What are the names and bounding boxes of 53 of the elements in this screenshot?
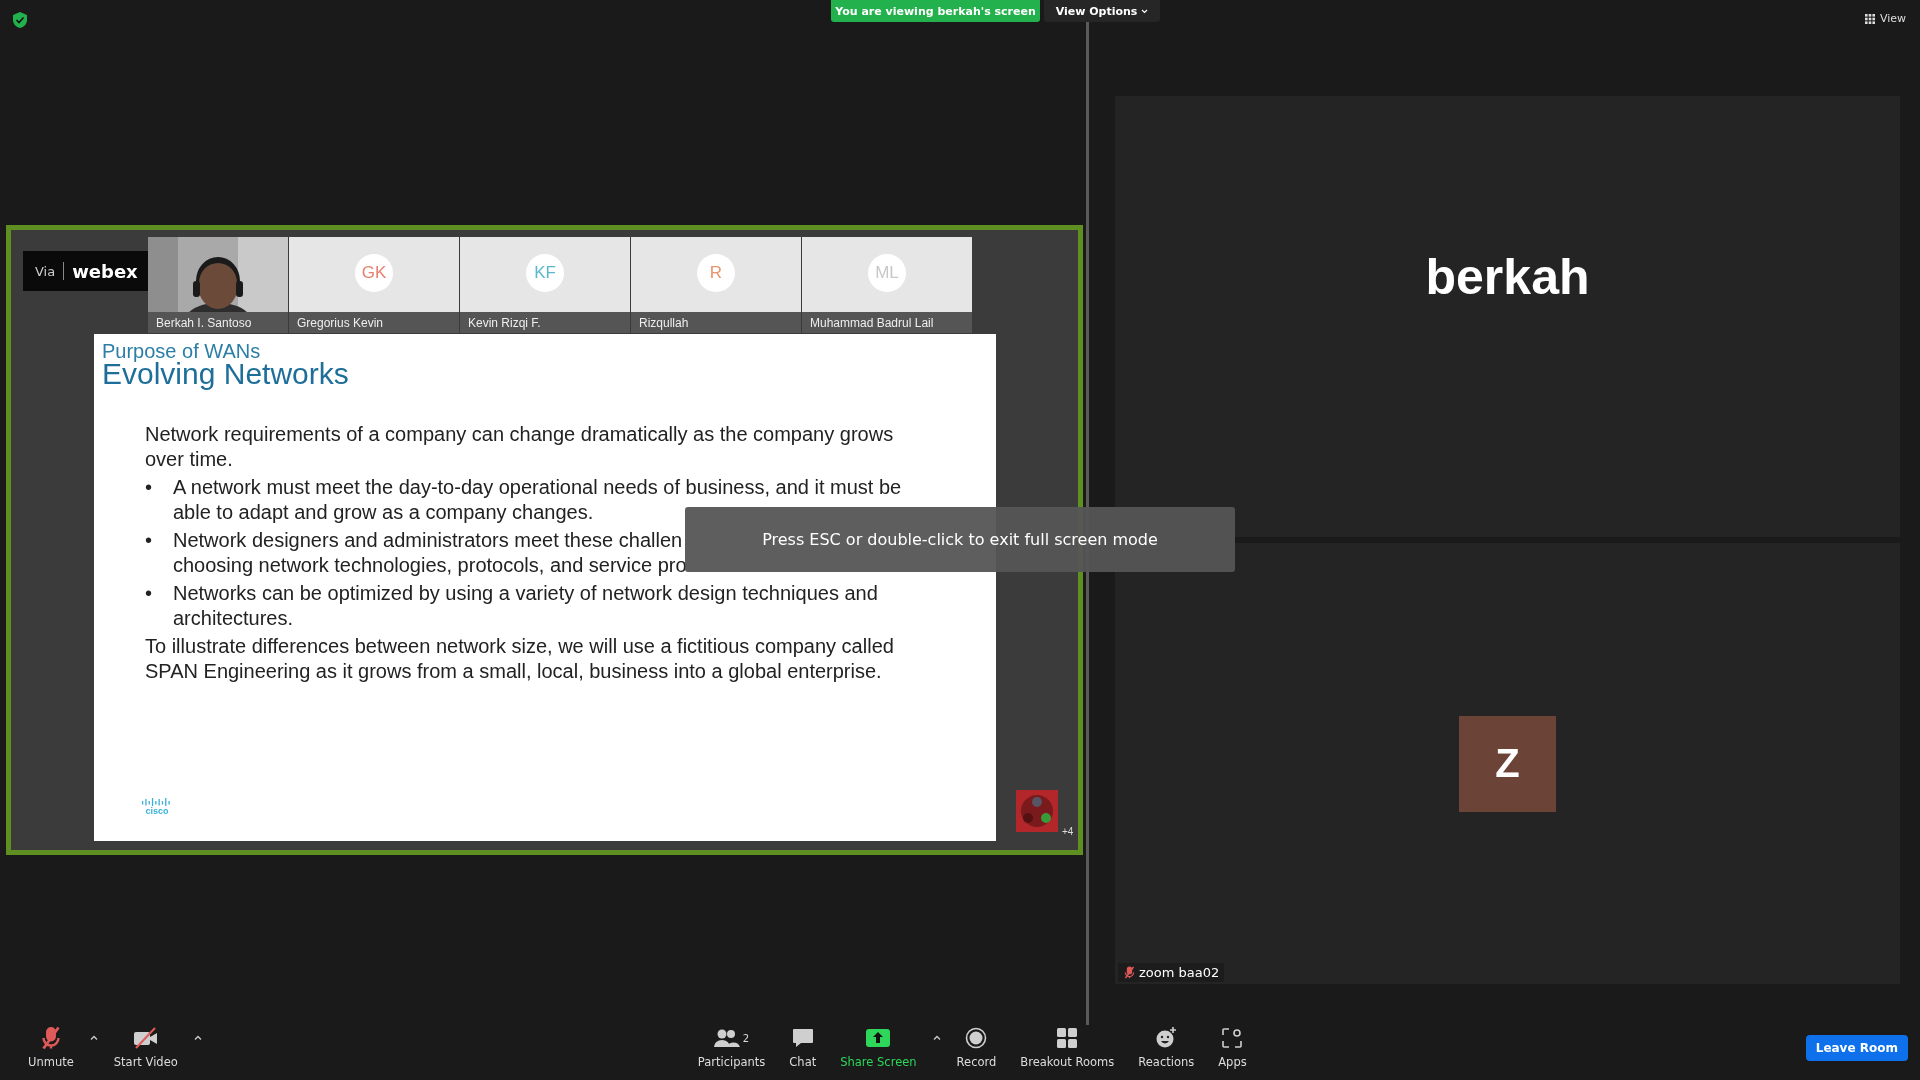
chat-bubble-icon xyxy=(791,1028,814,1048)
badge-brand: webex xyxy=(72,260,138,282)
slide-paragraph: To illustrate differences between network size, we will use a fictitious company called SPAN Engineering as it grows from a small, local, business into a global enterprise. xyxy=(145,634,895,683)
leave-room-button[interactable]: Leave Room xyxy=(1805,1034,1908,1061)
toolbar-button[interactable]: 2 Participants xyxy=(685,1022,778,1073)
participant-name: Muhammad Badrul Lail xyxy=(802,312,972,333)
participant-display-name: berkah xyxy=(1425,247,1590,306)
participant-name: zoom baa02 xyxy=(1139,965,1220,980)
share-screen-icon xyxy=(866,1028,891,1048)
grid-icon xyxy=(1864,13,1875,24)
caret-icon xyxy=(1141,8,1149,14)
toolbar-button[interactable]: Record xyxy=(944,1022,1009,1073)
caret-icon xyxy=(932,1035,941,1040)
apps-icon xyxy=(1222,1028,1243,1048)
logo-bars-icon xyxy=(142,798,172,806)
toolbar-button[interactable]: Reactions xyxy=(1126,1022,1207,1073)
toolbar-button[interactable]: Breakout Rooms xyxy=(1008,1022,1127,1073)
slide-paragraph: Network requirements of a company can change dramatically as the company grows over time. xyxy=(145,422,895,471)
toolbar-button[interactable]: Share Screen xyxy=(828,1022,929,1073)
participant-initials: KF xyxy=(526,254,564,292)
overflow-count: +4 xyxy=(1062,826,1074,837)
participant-name: Berkah I. Santoso xyxy=(148,312,288,333)
caret-icon xyxy=(89,1035,98,1040)
toolbar-button[interactable]: Apps xyxy=(1206,1022,1259,1073)
toolbar-button[interactable]: Start Video xyxy=(101,1022,190,1073)
slide-text-line: Network designers and administrators meet these challen xyxy=(173,528,684,553)
fullscreen-toast: Press ESC or double-click to exit full screen mode xyxy=(685,507,1235,572)
participant-name: Rizqullah xyxy=(631,312,801,333)
participant-initials: R xyxy=(697,254,735,292)
video-off-icon xyxy=(132,1027,159,1049)
caret-icon xyxy=(193,1035,202,1040)
people-icon xyxy=(713,1028,740,1048)
slide-bullet-text: Networks can be optimized by using a variety of network design techniques and architectures. xyxy=(173,581,879,630)
view-button[interactable]: View xyxy=(1862,10,1908,27)
participant-name: Gregorius Kevin xyxy=(289,312,459,333)
participant-initials: GK xyxy=(355,254,393,292)
participant-name: Kevin Rizqi F. xyxy=(460,312,630,333)
avatar-initial: Z xyxy=(1459,715,1556,812)
participant-count: 2 xyxy=(742,1032,750,1044)
toolbar-button[interactable]: Chat xyxy=(777,1022,829,1073)
viewing-banner: You are viewing berkah's screen xyxy=(831,0,1040,22)
bullet-marker: • xyxy=(145,528,153,553)
toolbar-button[interactable]: Unmute xyxy=(16,1022,86,1073)
logo-text: cisco xyxy=(145,806,169,816)
shield-icon[interactable] xyxy=(12,12,28,28)
muted-mic-icon xyxy=(1123,966,1136,979)
record-icon xyxy=(965,1027,988,1049)
bullet-marker: • xyxy=(145,475,153,500)
bullet-marker: • xyxy=(145,581,153,606)
badge-via: Via xyxy=(35,263,56,279)
view-options-button[interactable]: View Options xyxy=(1044,0,1160,22)
smiley-plus-icon xyxy=(1155,1027,1178,1049)
grid-icon xyxy=(1056,1027,1079,1049)
